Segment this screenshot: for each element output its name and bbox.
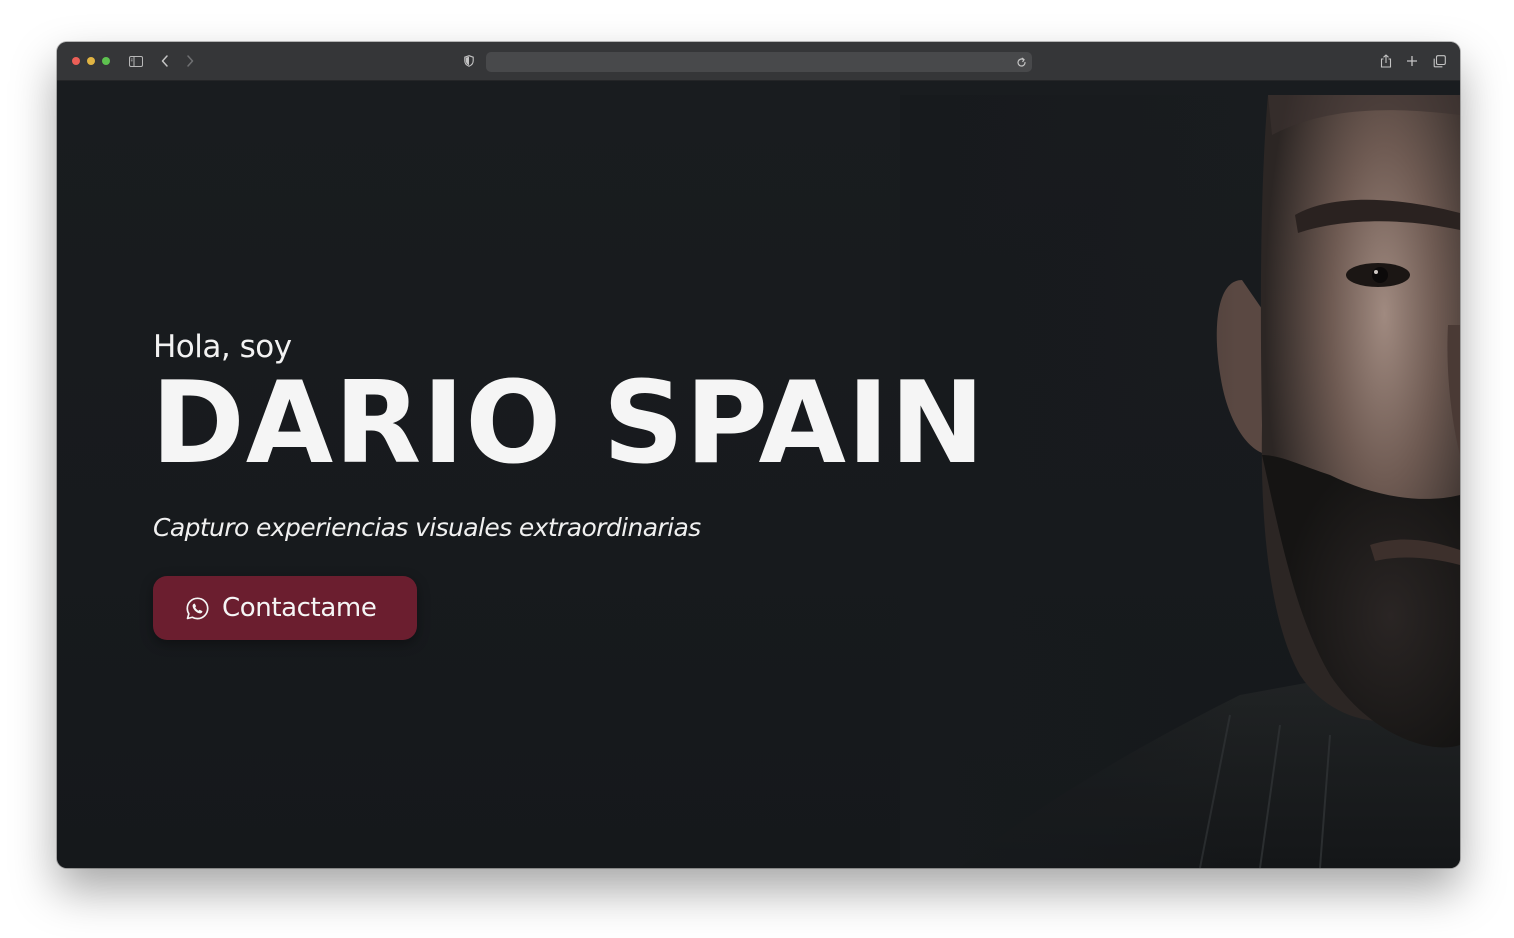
hero-tagline: Capturo experiencias visuales extraordin… <box>153 513 701 542</box>
whatsapp-icon <box>185 596 210 621</box>
forward-icon[interactable] <box>181 52 199 70</box>
address-bar[interactable] <box>486 52 1032 72</box>
minimize-window-button[interactable] <box>87 57 95 65</box>
contact-button[interactable]: Contactame <box>153 576 417 640</box>
close-window-button[interactable] <box>72 57 80 65</box>
back-icon[interactable] <box>156 52 174 70</box>
zoom-window-button[interactable] <box>102 57 110 65</box>
contact-button-label: Contactame <box>222 593 377 623</box>
sidebar-icon[interactable] <box>127 52 145 70</box>
hero-name-heading: DARIO SPAIN <box>151 357 986 489</box>
browser-toolbar <box>57 42 1460 81</box>
tabs-overview-icon[interactable] <box>1430 52 1448 70</box>
shield-icon[interactable] <box>460 52 478 70</box>
reload-icon[interactable] <box>1012 53 1030 71</box>
hero-section: Hola, soy DARIO SPAIN Capturo experienci… <box>57 81 1460 868</box>
share-icon[interactable] <box>1377 52 1395 70</box>
browser-window: Hola, soy DARIO SPAIN Capturo experienci… <box>57 42 1460 868</box>
new-tab-icon[interactable] <box>1403 52 1421 70</box>
